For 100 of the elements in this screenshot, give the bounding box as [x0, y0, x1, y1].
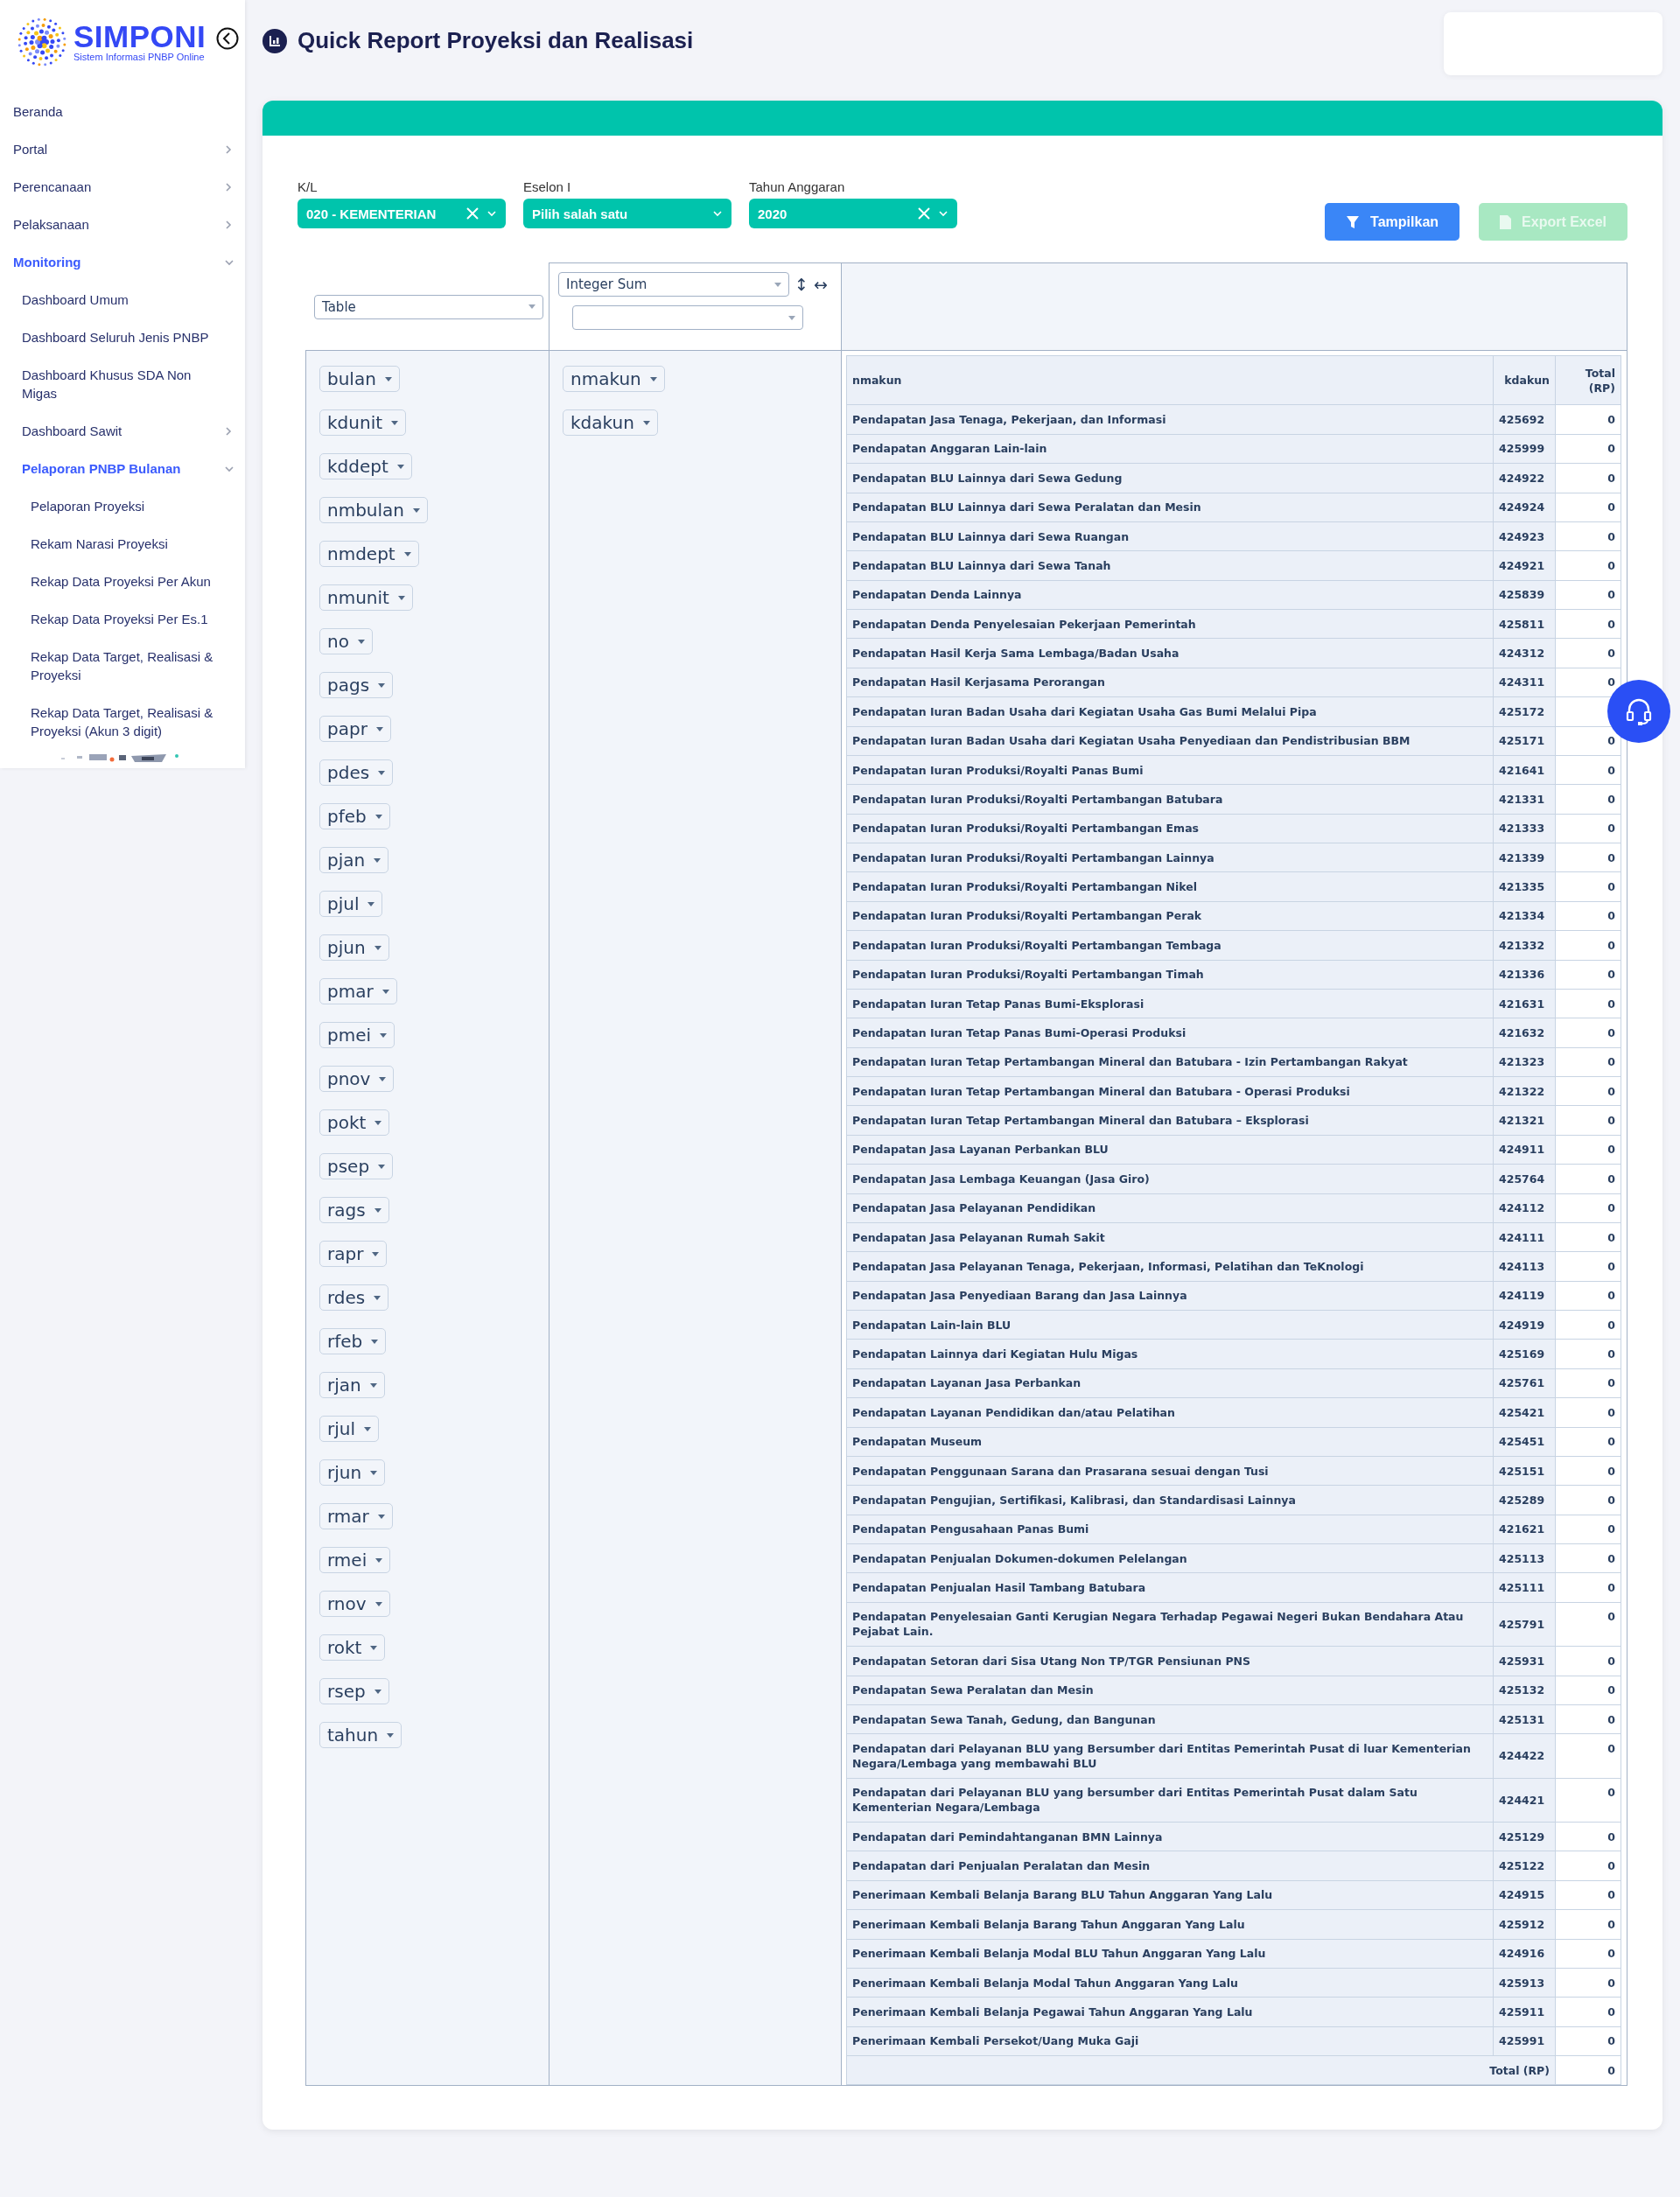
table-cell: Pendapatan Jasa Lembaga Keuangan (Jasa Giro)	[846, 1164, 1494, 1193]
attribute-chip[interactable]: papr	[319, 716, 391, 742]
attribute-chip[interactable]: rdes	[319, 1284, 389, 1311]
table-cell: 425131	[1493, 1704, 1556, 1734]
attribute-chip[interactable]: nmdept	[319, 541, 419, 567]
table-cell: 0	[1555, 1164, 1621, 1193]
sidebar-item[interactable]: Rekap Data Proyeksi Per Es.1	[0, 600, 245, 638]
table-cell: 0	[1555, 1135, 1621, 1165]
sidebar-item[interactable]: Dashboard Khusus SDA Non Migas	[0, 356, 245, 412]
attribute-chip[interactable]: rapr	[319, 1241, 388, 1267]
table-cell: Pendapatan Lainnya dari Kegiatan Hulu Migas	[846, 1339, 1494, 1369]
attribute-chip[interactable]: rfeb	[319, 1328, 387, 1354]
attribute-chip[interactable]: pjun	[319, 934, 389, 961]
sidebar-item[interactable]: Dashboard Seluruh Jenis PNBP	[0, 318, 245, 356]
table-cell: 0	[1555, 1909, 1621, 1939]
attribute-chip[interactable]: psep	[319, 1153, 394, 1179]
attribute-chip[interactable]: rjan	[319, 1372, 385, 1398]
table-cell: Pendapatan Museum	[846, 1427, 1494, 1457]
attribute-chip[interactable]: pokt	[319, 1109, 390, 1136]
sidebar-item[interactable]: Pelaporan PNBP Bulanan	[0, 450, 245, 487]
caret-icon	[403, 551, 411, 556]
sidebar-item[interactable]: Rekam Narasi Proyeksi	[0, 525, 245, 563]
table-cell: 0	[1555, 871, 1621, 902]
attribute-chip[interactable]: pnov	[319, 1066, 395, 1092]
logo-name: SIMPONI	[74, 22, 206, 52]
table-cell: 0	[1555, 1368, 1621, 1398]
file-icon	[1500, 214, 1512, 229]
attribute-chip[interactable]: pmar	[319, 978, 397, 1004]
sidebar-item[interactable]: Portal	[0, 130, 245, 168]
table-cell: Pendapatan dari Pemindahtanganan BMN Lainnya	[846, 1822, 1494, 1851]
attribute-select[interactable]	[572, 305, 803, 330]
table-cell: 0	[1555, 609, 1621, 639]
sidebar-item[interactable]: Rekap Data Proyeksi Per Akun	[0, 563, 245, 600]
table-cell: 0	[1555, 1047, 1621, 1077]
table-cell: 0	[1555, 1968, 1621, 1998]
attribute-chip[interactable]: tahun	[319, 1722, 402, 1748]
logo-tagline: Sistem Informasi PNBP Online	[74, 52, 206, 62]
clear-icon[interactable]	[917, 206, 931, 220]
sidebar-item[interactable]: Rekap Data Target, Realisasi & Proyeksi (Akun 3 digit)	[0, 694, 245, 750]
table-cell: Pendapatan BLU Lainnya dari Sewa Tanah	[846, 550, 1494, 581]
attribute-chip[interactable]: nmbulan	[319, 497, 429, 523]
attribute-chip[interactable]: rsep	[319, 1678, 389, 1704]
attribute-chip[interactable]: kddept	[319, 453, 412, 479]
sidebar-item[interactable]: Beranda	[0, 93, 245, 130]
attribute-chip[interactable]: pjan	[319, 847, 389, 873]
table-cell: 0	[1555, 1076, 1621, 1106]
table-cell: 0	[1555, 814, 1621, 843]
table-cell: 0	[1555, 521, 1621, 551]
table-cell: 421336	[1493, 960, 1556, 990]
sidebar-item[interactable]: Pelaporan Proyeksi	[0, 487, 245, 525]
attribute-chip[interactable]: rjul	[319, 1416, 379, 1442]
attribute-chip[interactable]: bulan	[319, 366, 400, 392]
table-cell: 421631	[1493, 989, 1556, 1018]
sidebar-item[interactable]: Monitoring	[0, 243, 245, 281]
attribute-chip[interactable]: nmakun	[563, 366, 665, 392]
attribute-chip[interactable]: nmunit	[319, 584, 413, 611]
attribute-chip[interactable]: no	[319, 628, 373, 654]
attribute-chip[interactable]: kdakun	[563, 409, 658, 436]
field-label: Eselon I	[523, 179, 572, 194]
attribute-chip[interactable]: kdunit	[319, 409, 407, 436]
table-cell: Pendapatan Iuran Produksi/Royalti Pertambangan Tembaga	[846, 930, 1494, 960]
table-cell: 424919	[1493, 1310, 1556, 1340]
clear-icon[interactable]	[466, 206, 480, 220]
attribute-chip[interactable]: pjul	[319, 891, 383, 917]
caret-icon	[374, 1295, 382, 1300]
caret-icon	[374, 1120, 382, 1125]
table-cell: 425839	[1493, 580, 1556, 610]
attribute-chip[interactable]: rokt	[319, 1634, 386, 1661]
caret-icon	[788, 315, 795, 320]
attribute-chip[interactable]: pmei	[319, 1022, 396, 1048]
sidebar-item[interactable]: Pelaksanaan	[0, 206, 245, 243]
attribute-chip[interactable]: pfeb	[319, 803, 390, 829]
row-order-toggle[interactable]: ↕	[794, 275, 808, 294]
sidebar-item[interactable]: Dashboard Umum	[0, 281, 245, 318]
sidebar-item[interactable]: Perencanaan	[0, 168, 245, 206]
aggregator-select[interactable]: Integer Sum	[558, 272, 789, 297]
table-cell: Pendapatan Pengujian, Sertifikasi, Kalibrasi, dan Standardisasi Lainnya	[846, 1485, 1494, 1515]
show-button[interactable]: Tampilkan	[1325, 203, 1460, 241]
attribute-chip[interactable]: rags	[319, 1197, 389, 1223]
table-cell: 0	[1555, 1018, 1621, 1048]
page-title: Quick Report Proyeksi dan Realisasi	[298, 27, 694, 54]
table-cell: Pendapatan Denda Penyelesaian Pekerjaan Pemerintah	[846, 609, 1494, 639]
table-cell: 0	[1555, 1572, 1621, 1603]
attribute-chip[interactable]: rnov	[319, 1591, 390, 1617]
table-cell: 0	[1555, 1456, 1621, 1486]
table-cell: Pendapatan Layanan Pendidikan dan/atau Pelatihan	[846, 1397, 1494, 1427]
collapse-icon[interactable]	[216, 27, 240, 50]
renderer-select[interactable]: Table	[314, 294, 543, 319]
chevron-icon	[712, 208, 723, 219]
table-cell: 424113	[1493, 1251, 1556, 1282]
attribute-chip[interactable]: rjun	[319, 1459, 386, 1486]
attribute-chip[interactable]: rmei	[319, 1547, 391, 1573]
attribute-chip[interactable]: pags	[319, 672, 394, 698]
sidebar-item[interactable]: Dashboard Sawit	[0, 412, 245, 450]
attribute-chip[interactable]: pdes	[319, 759, 394, 786]
total-label: Total (RP)	[846, 2055, 1556, 2085]
table-cell: Pendapatan Hasil Kerjasama Perorangan	[846, 668, 1494, 697]
column-order-toggle[interactable]: ↔	[813, 275, 828, 294]
attribute-chip[interactable]: rmar	[319, 1503, 393, 1529]
sidebar-item[interactable]: Rekap Data Target, Realisasi & Proyeksi	[0, 638, 245, 694]
